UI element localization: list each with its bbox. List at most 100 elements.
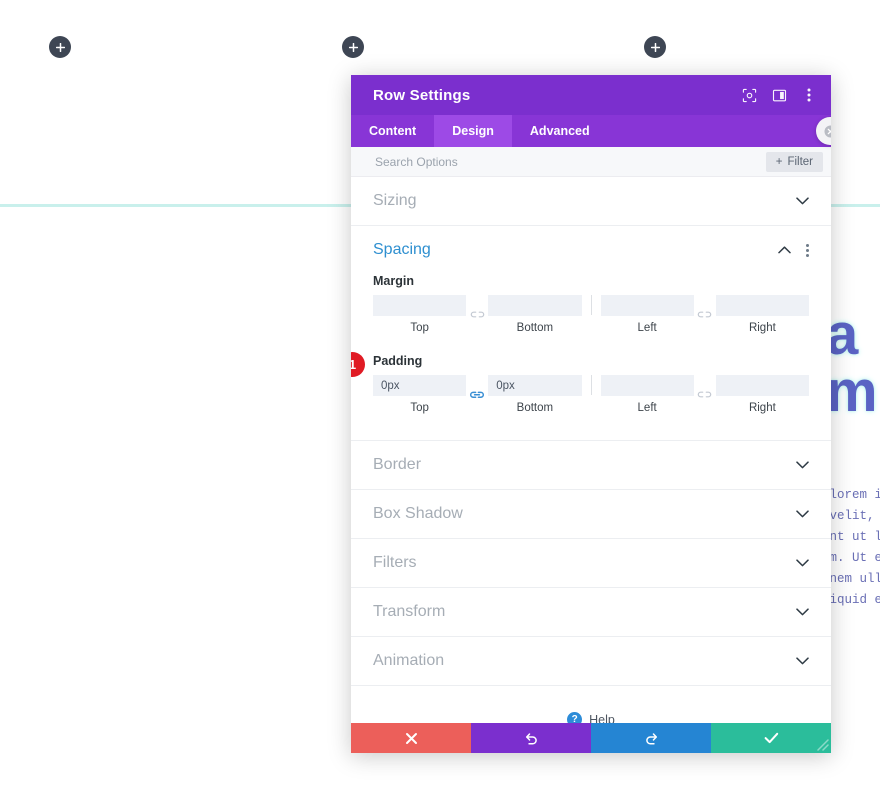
chevron-down-icon[interactable]	[795, 458, 809, 472]
add-section-right-button[interactable]	[644, 36, 666, 58]
section-spacing-options-icon[interactable]	[805, 242, 809, 258]
filter-button-label: Filter	[787, 155, 813, 168]
padding-left-caption: Left	[637, 402, 657, 414]
chevron-down-icon[interactable]	[795, 605, 809, 619]
padding-top-bottom-pair: Top Bottom	[373, 375, 582, 414]
padding-bottom-cell: Bottom	[488, 375, 582, 414]
close-icon[interactable]	[816, 117, 831, 145]
margin-top-cell: Top	[373, 295, 467, 334]
panel-layout-icon[interactable]	[771, 87, 787, 103]
add-section-left-button[interactable]	[49, 36, 71, 58]
chevron-down-icon[interactable]	[795, 654, 809, 668]
step-badge: 1	[351, 352, 365, 377]
section-animation: Animation	[351, 637, 831, 686]
focus-icon[interactable]	[741, 87, 757, 103]
margin-top-caption: Top	[410, 322, 429, 334]
margin-left-cell: Left	[600, 295, 694, 334]
margin-label: Margin	[373, 274, 414, 288]
chevron-up-icon[interactable]	[777, 243, 791, 257]
padding-left-right-unlink-icon[interactable]	[694, 384, 716, 405]
modal-tabs: Content Design Advanced	[351, 115, 831, 147]
section-sizing-header[interactable]: Sizing	[351, 177, 831, 225]
section-sizing: Sizing	[351, 177, 831, 226]
padding-divider	[590, 375, 592, 395]
undo-button[interactable]	[471, 723, 591, 753]
padding-top-bottom-link-icon[interactable]	[466, 384, 488, 405]
margin-top-input[interactable]	[373, 295, 467, 316]
plus-icon	[348, 42, 358, 52]
margin-right-caption: Right	[748, 322, 776, 334]
modal-footer	[351, 723, 831, 753]
margin-bottom-input[interactable]	[488, 295, 582, 316]
section-filters-header[interactable]: Filters	[351, 539, 831, 587]
section-filters: Filters	[351, 539, 831, 588]
modal-body: Sizing Spacing Margin Top Bottom Left Ri…	[351, 177, 831, 723]
margin-top-bottom-unlink-icon[interactable]	[466, 304, 488, 325]
padding-top-cell: Top	[373, 375, 467, 414]
section-animation-title: Animation	[373, 652, 445, 669]
margin-top-bottom-pair: Top Bottom	[373, 295, 582, 334]
padding-right-cell: Right	[715, 375, 809, 414]
cancel-button[interactable]	[351, 723, 471, 753]
help-link[interactable]: ? Help	[351, 686, 831, 723]
section-box-shadow: Box Shadow	[351, 490, 831, 539]
margin-bottom-cell: Bottom	[488, 295, 582, 334]
section-border-title: Border	[373, 456, 422, 473]
section-spacing-title: Spacing	[373, 241, 431, 258]
check-icon	[764, 732, 778, 744]
tab-design[interactable]: Design	[434, 115, 512, 147]
section-transform-header[interactable]: Transform	[351, 588, 831, 636]
padding-bottom-input[interactable]	[488, 375, 582, 396]
section-border-header[interactable]: Border	[351, 441, 831, 489]
chevron-down-icon[interactable]	[795, 507, 809, 521]
add-section-middle-button[interactable]	[342, 36, 364, 58]
padding-left-cell: Left	[600, 375, 694, 414]
modal-header-actions	[741, 87, 817, 103]
redo-icon	[645, 732, 657, 744]
undo-icon	[525, 732, 537, 744]
save-button[interactable]	[711, 723, 831, 753]
margin-bottom-caption: Bottom	[516, 322, 554, 334]
modal-header: Row Settings	[351, 75, 831, 115]
section-filters-title: Filters	[373, 554, 417, 571]
search-bar: + Filter	[351, 147, 831, 177]
margin-right-cell: Right	[715, 295, 809, 334]
close-icon	[405, 732, 417, 744]
section-animation-header[interactable]: Animation	[351, 637, 831, 685]
margin-left-input[interactable]	[600, 295, 694, 316]
margin-right-input[interactable]	[715, 295, 809, 316]
filter-button[interactable]: + Filter	[765, 151, 823, 172]
plus-icon	[55, 42, 65, 52]
plus-icon	[650, 42, 660, 52]
help-label: Help	[589, 712, 615, 724]
question-mark-icon: ?	[567, 712, 583, 723]
row-settings-modal: Row Settings Content Design Advanced Sea…	[351, 75, 831, 753]
more-options-icon[interactable]	[801, 87, 817, 103]
background-heading-line-2: m	[826, 359, 878, 424]
section-box-shadow-header[interactable]: Box Shadow	[351, 490, 831, 538]
search-input[interactable]	[373, 153, 766, 170]
section-spacing: Spacing Margin Top Bottom Left Right Pad…	[351, 226, 831, 441]
margin-left-caption: Left	[637, 322, 657, 334]
padding-bottom-caption: Bottom	[516, 402, 554, 414]
chevron-down-icon[interactable]	[795, 556, 809, 570]
margin-field: Margin Top Bottom Left Right	[373, 274, 809, 334]
margin-left-right-pair: Left Right	[600, 295, 809, 334]
margin-left-right-unlink-icon[interactable]	[694, 304, 716, 325]
padding-left-right-pair: Left Right	[600, 375, 809, 414]
padding-right-caption: Right	[748, 402, 776, 414]
padding-field: Padding 1 Top	[351, 352, 809, 414]
padding-left-input[interactable]	[600, 375, 694, 396]
tab-advanced[interactable]: Advanced	[512, 115, 608, 147]
section-border: Border	[351, 441, 831, 490]
section-box-shadow-title: Box Shadow	[373, 505, 463, 522]
margin-divider	[590, 295, 592, 315]
padding-top-input[interactable]	[373, 375, 467, 396]
tab-content[interactable]: Content	[351, 115, 434, 147]
section-sizing-title: Sizing	[373, 192, 417, 209]
redo-button[interactable]	[591, 723, 711, 753]
section-spacing-header[interactable]: Spacing	[351, 226, 831, 274]
section-spacing-content: Margin Top Bottom Left Right Padding 1 0…	[351, 274, 831, 440]
chevron-down-icon[interactable]	[795, 194, 809, 208]
padding-right-input[interactable]	[715, 375, 809, 396]
